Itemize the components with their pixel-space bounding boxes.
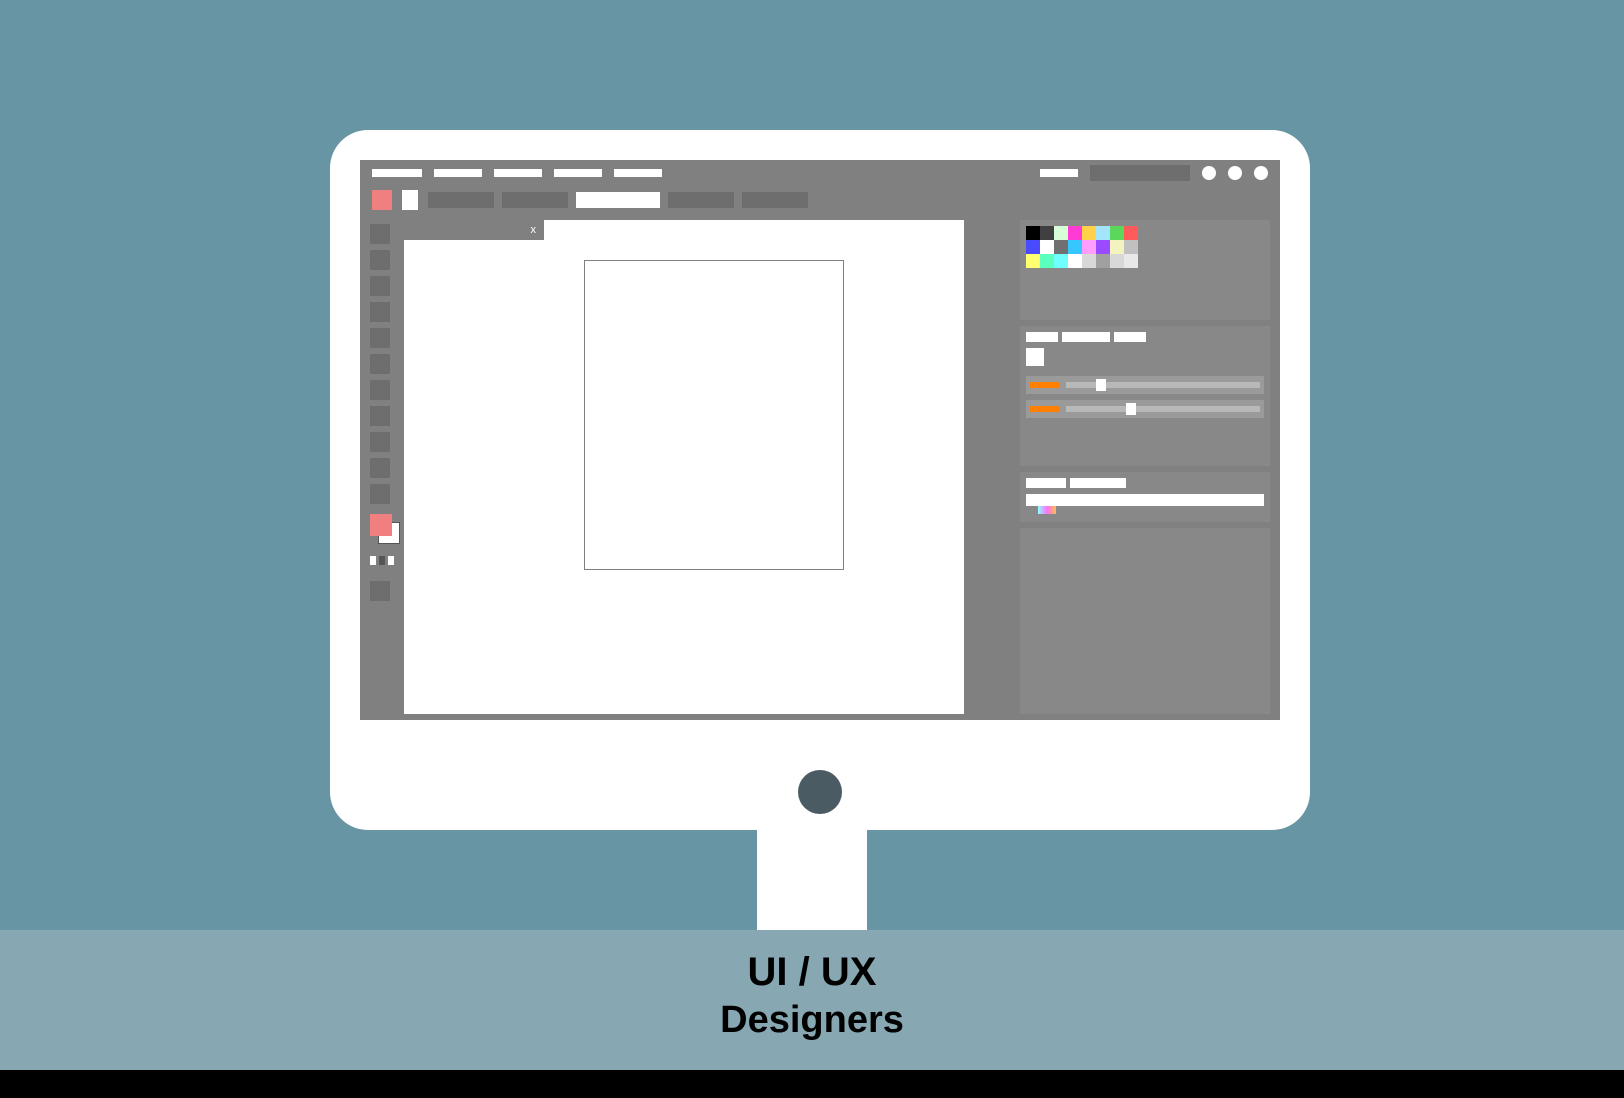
color-swatch[interactable] (1040, 226, 1054, 240)
slider-label (1030, 382, 1060, 388)
color-swatch[interactable] (1096, 254, 1110, 268)
monitor-frame: x (330, 130, 1310, 830)
color-swatch[interactable] (1082, 226, 1096, 240)
menu-item[interactable] (554, 169, 602, 177)
fg-bg-swatch-pair[interactable] (370, 514, 400, 544)
fill-preview-swatch[interactable] (1026, 348, 1044, 366)
app-menubar (360, 160, 1280, 186)
color-swatch[interactable] (1082, 254, 1096, 268)
panels-column (1020, 220, 1270, 714)
slider-thumb[interactable] (1096, 379, 1106, 391)
color-swatch[interactable] (1110, 240, 1124, 254)
tool-button[interactable] (370, 380, 390, 400)
camera-dot (798, 770, 842, 814)
tool-button[interactable] (370, 406, 390, 426)
window-control-dot[interactable] (1202, 166, 1216, 180)
tool-button[interactable] (370, 302, 390, 322)
panel-tab[interactable] (1062, 332, 1110, 342)
tool-button[interactable] (370, 328, 390, 348)
window-control-dot[interactable] (1254, 166, 1268, 180)
caption-line1: UI / UX (0, 950, 1624, 995)
tool-palette (370, 224, 394, 601)
canvas-area[interactable]: x (404, 220, 964, 714)
slider-thumb[interactable] (1126, 403, 1136, 415)
color-swatch[interactable] (1124, 254, 1138, 268)
color-swatch[interactable] (1124, 226, 1138, 240)
slider-row (1026, 400, 1264, 418)
tool-button[interactable] (370, 458, 390, 478)
color-swatch[interactable] (1068, 226, 1082, 240)
color-swatch[interactable] (1026, 240, 1040, 254)
option-button[interactable] (742, 192, 808, 208)
tool-button[interactable] (370, 432, 390, 452)
option-button[interactable] (668, 192, 734, 208)
color-swatch[interactable] (1096, 226, 1110, 240)
tool-button[interactable] (370, 250, 390, 270)
panel-tab[interactable] (1026, 478, 1066, 488)
option-button[interactable] (576, 192, 660, 208)
color-swatch[interactable] (1054, 226, 1068, 240)
artboard[interactable] (584, 260, 844, 570)
slider-track[interactable] (1066, 406, 1260, 412)
footer-bar (0, 1070, 1624, 1098)
color-swatch[interactable] (1040, 240, 1054, 254)
tool-button[interactable] (370, 581, 390, 601)
tool-options-bar (360, 186, 1280, 214)
color-swatch[interactable] (1054, 240, 1068, 254)
menu-item[interactable] (434, 169, 482, 177)
panel-tab[interactable] (1070, 478, 1126, 488)
window-control-dot[interactable] (1228, 166, 1242, 180)
color-swatch[interactable] (1026, 226, 1040, 240)
menu-item[interactable] (372, 169, 422, 177)
empty-panel (1020, 528, 1270, 714)
tool-button[interactable] (370, 354, 390, 374)
slider-row (1026, 376, 1264, 394)
background-swatch[interactable] (402, 190, 418, 210)
caption-band: UI / UX Designers (0, 930, 1624, 1070)
slider-track[interactable] (1066, 382, 1260, 388)
panel-tab[interactable] (1114, 332, 1146, 342)
color-swatch[interactable] (1082, 240, 1096, 254)
menu-item[interactable] (614, 169, 662, 177)
color-swatch[interactable] (1054, 254, 1068, 268)
color-swatch[interactable] (1096, 240, 1110, 254)
design-app-window: x (360, 160, 1280, 720)
mode-icon[interactable] (388, 556, 394, 565)
option-button[interactable] (428, 192, 494, 208)
document-tab[interactable]: x (404, 220, 544, 240)
gradient-panel (1020, 472, 1270, 522)
color-swatch[interactable] (1068, 240, 1082, 254)
search-field[interactable] (1090, 165, 1190, 181)
mode-icon[interactable] (370, 556, 376, 565)
color-swatch[interactable] (1040, 254, 1054, 268)
color-swatch[interactable] (1068, 254, 1082, 268)
gradient-bar[interactable] (1026, 494, 1264, 506)
monitor-neck (757, 820, 867, 940)
swatches-panel (1020, 220, 1270, 320)
color-swatch[interactable] (1110, 254, 1124, 268)
color-swatch[interactable] (1026, 254, 1040, 268)
tool-button[interactable] (370, 484, 390, 504)
close-icon[interactable]: x (531, 224, 537, 236)
color-swatch[interactable] (1124, 240, 1138, 254)
color-swatch[interactable] (1110, 226, 1124, 240)
menu-item[interactable] (494, 169, 542, 177)
mode-icon[interactable] (379, 556, 385, 565)
caption-line2: Designers (0, 999, 1624, 1042)
menu-item-right[interactable] (1040, 169, 1078, 177)
properties-panel (1020, 326, 1270, 466)
panel-tab[interactable] (1026, 332, 1058, 342)
tool-button[interactable] (370, 224, 390, 244)
slider-label (1030, 406, 1060, 412)
foreground-swatch[interactable] (372, 190, 392, 210)
tool-button[interactable] (370, 276, 390, 296)
option-button[interactable] (502, 192, 568, 208)
